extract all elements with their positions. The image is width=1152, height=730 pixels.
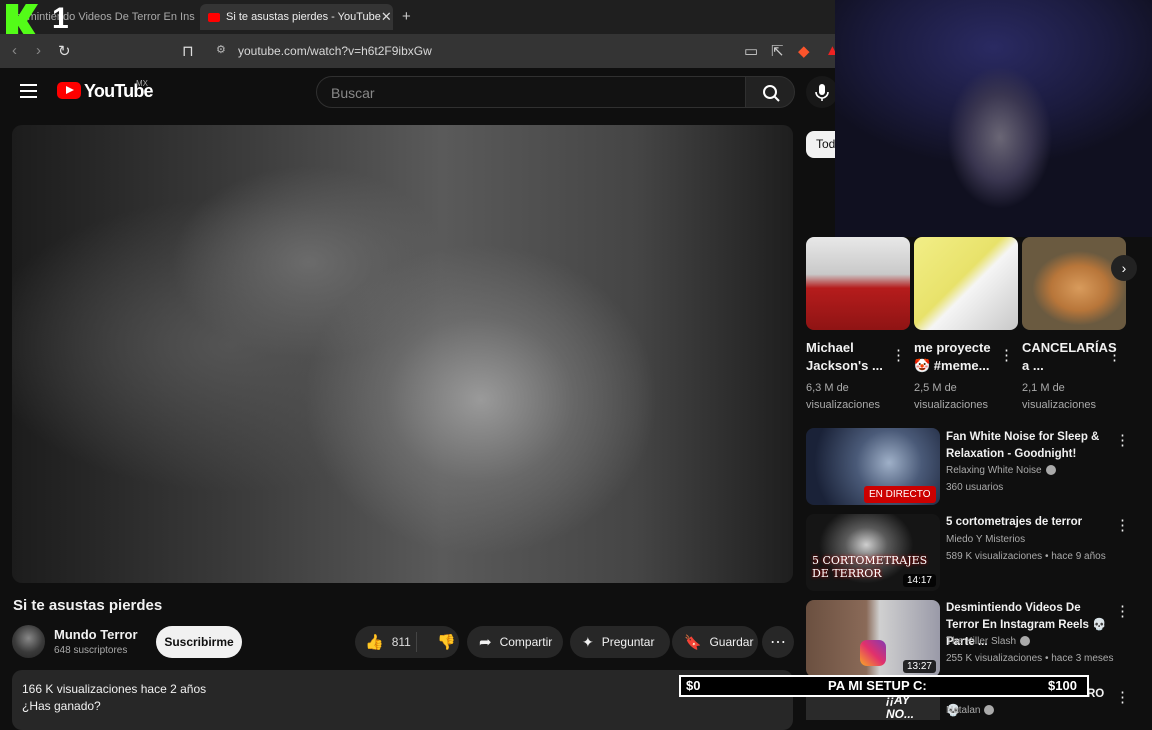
brave-shield-icon[interactable]: ◆ [798, 42, 810, 60]
short-views: 2,5 M de visualizaciones [914, 382, 988, 411]
goal-label: PA MI SETUP C: [828, 678, 927, 693]
forward-icon[interactable]: › [36, 42, 41, 59]
verified-icon [1020, 636, 1031, 647]
duration-badge: 13:27 [902, 660, 936, 673]
tab-current[interactable]: Si te asustas pierdes - YouTube ✕ [200, 4, 393, 30]
subscribe-button[interactable]: Suscribirme [156, 626, 242, 658]
more-vert-icon[interactable]: ⋮ [1107, 346, 1122, 364]
goal-end: $100 [1048, 678, 1077, 693]
search-icon [763, 85, 780, 102]
short-views: 6,3 M de visualizaciones [806, 382, 880, 411]
short-thumbnail[interactable] [1022, 237, 1126, 330]
close-icon[interactable]: ✕ [381, 9, 392, 25]
more-icon: ⋯ [770, 634, 786, 651]
save-label: Guardar [709, 635, 754, 649]
like-dislike-group: 👍 811 👎 [355, 626, 459, 658]
thumbs-down-icon: 👎 [437, 634, 456, 651]
save-button[interactable]: 🔖 Guardar [672, 626, 758, 658]
ask-button[interactable]: ✦ Preguntar [570, 626, 670, 658]
more-vert-icon[interactable]: ⋮ [1115, 516, 1130, 534]
youtube-header: YouTube MX Buscar [0, 68, 838, 116]
sparkle-icon: ✦ [582, 633, 594, 650]
tab-title: Desmintiendo Videos De Terror En Ins [8, 11, 195, 23]
channel-label: Natalan [946, 705, 981, 716]
channel-name[interactable]: Natalan [946, 705, 995, 716]
share-button[interactable]: ➦ Compartir [467, 626, 563, 658]
channel-name[interactable]: Mundo Terror [54, 627, 138, 642]
channel-name[interactable]: The Killer Slash [946, 636, 1031, 647]
subscriber-count: 648 suscriptores [54, 645, 128, 656]
description-text: ¿Has ganado? [22, 699, 101, 713]
view-count: 166 K visualizaciones hace 2 años [22, 682, 207, 696]
video-title-link[interactable]: Fan White Noise for Sleep & Relaxation -… [946, 429, 1116, 463]
verified-icon [984, 705, 995, 716]
country-code: MX [136, 79, 148, 88]
mic-icon [815, 84, 829, 101]
search-input[interactable]: Buscar [316, 76, 746, 108]
new-tab-icon[interactable]: + [402, 8, 411, 25]
duration-badge: 14:17 [902, 574, 936, 587]
video-title: Si te asustas pierdes [13, 597, 163, 614]
more-vert-icon[interactable]: ⋮ [1115, 431, 1130, 449]
voice-search-button[interactable] [806, 76, 838, 108]
reload-icon[interactable]: ↻ [58, 42, 71, 60]
search-button[interactable] [745, 76, 795, 108]
video-title-link[interactable]: 5 cortometrajes de terror [946, 514, 1116, 531]
more-vert-icon[interactable]: ⋮ [891, 346, 906, 364]
bookmark-icon[interactable]: ⊓ [182, 42, 194, 60]
more-actions-button[interactable]: ⋯ [762, 626, 794, 658]
video-thumbnail[interactable]: 5 CORTOMETRAJES DE TERROR 14:17 [806, 514, 940, 591]
youtube-favicon-icon [208, 12, 220, 22]
dislike-button[interactable]: 👎 [425, 633, 456, 651]
cast-icon[interactable]: ▭ [744, 42, 758, 60]
channel-name[interactable]: Relaxing White Noise [946, 465, 1056, 476]
short-title[interactable]: CANCELARÍAS a ... [1022, 339, 1117, 375]
video-meta: 255 K visualizaciones • hace 3 meses [946, 653, 1114, 664]
youtube-logo-icon[interactable] [57, 82, 81, 99]
webcam-overlay [835, 0, 1152, 237]
goal-start: $0 [686, 678, 701, 693]
ask-label: Preguntar [601, 635, 655, 649]
channel-name[interactable]: Miedo Y Misterios [946, 534, 1025, 545]
channel-avatar[interactable] [12, 625, 45, 658]
thumbnail-text: ¡¡AY NO... [886, 693, 915, 720]
video-player[interactable] [12, 125, 793, 583]
channel-label: Relaxing White Noise [946, 465, 1042, 476]
video-meta: 589 K visualizaciones • hace 9 años [946, 551, 1106, 562]
more-vert-icon[interactable]: ⋮ [999, 346, 1014, 364]
shorts-next-button[interactable]: › [1111, 255, 1137, 281]
bookmark-save-icon: 🔖 [684, 633, 702, 650]
instagram-icon [860, 640, 886, 666]
thumbs-up-icon: 👍 [365, 634, 384, 651]
video-thumbnail[interactable]: 13:27 [806, 600, 940, 677]
share-arrow-icon: ➦ [479, 634, 492, 651]
browser-nav-bar: ‹ › ↻ ⊓ ⚙ youtube.com/watch?v=h6t2F9ibxG… [0, 34, 840, 68]
more-vert-icon[interactable]: ⋮ [1115, 602, 1130, 620]
tab-title: Si te asustas pierdes - YouTube [226, 11, 381, 23]
channel-label: The Killer Slash [946, 636, 1017, 647]
browser-tab-bar: Desmintiendo Videos De Terror En Ins Si … [0, 0, 835, 34]
back-icon[interactable]: ‹ [12, 42, 17, 59]
video-meta: 360 usuarios [946, 482, 1004, 493]
short-title[interactable]: Michael Jackson's ... [806, 339, 888, 375]
more-vert-icon[interactable]: ⋮ [1115, 688, 1130, 706]
short-views: 2,1 M de visualizaciones [1022, 382, 1096, 411]
verified-icon [1045, 465, 1056, 476]
site-settings-icon[interactable]: ⚙ [216, 43, 226, 56]
like-button[interactable]: 👍 811 [355, 632, 417, 652]
short-title[interactable]: me proyecte 🤡 #meme... [914, 339, 996, 375]
like-count: 811 [391, 635, 411, 649]
short-thumbnail[interactable] [914, 237, 1018, 330]
description-box[interactable] [12, 670, 793, 730]
short-thumbnail[interactable] [806, 237, 910, 330]
overlay-number: 1 [52, 2, 69, 35]
address-bar[interactable]: ⚙ youtube.com/watch?v=h6t2F9ibxGw [210, 39, 740, 63]
share-icon[interactable]: ⇱ [771, 42, 784, 60]
live-badge: EN DIRECTO [864, 486, 936, 503]
share-label: Compartir [499, 635, 553, 649]
menu-icon[interactable] [20, 84, 37, 98]
url-text: youtube.com/watch?v=h6t2F9ibxGw [238, 44, 432, 58]
